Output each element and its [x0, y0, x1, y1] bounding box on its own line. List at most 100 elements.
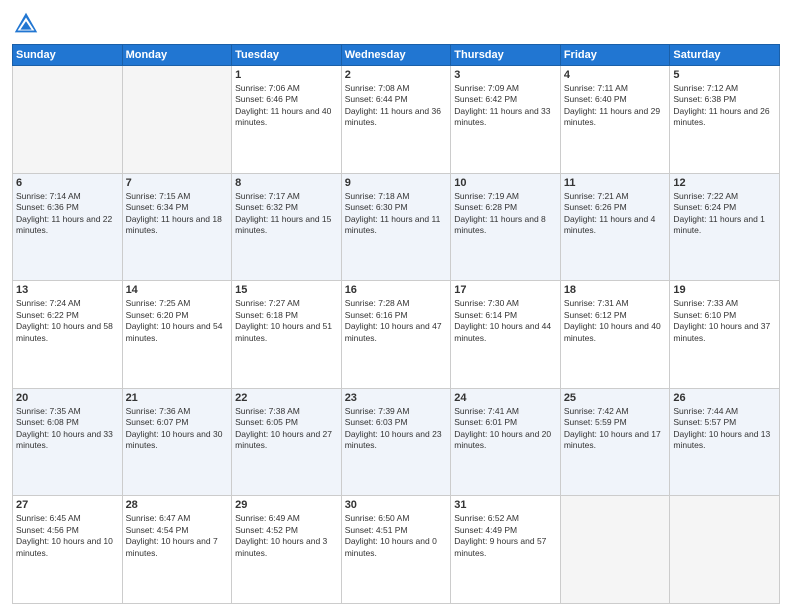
day-number: 3 — [454, 69, 557, 81]
weekday-header-wednesday: Wednesday — [341, 45, 451, 66]
day-number: 28 — [126, 499, 229, 511]
calendar-body: 1 Sunrise: 7:06 AMSunset: 6:46 PMDaylight… — [13, 66, 780, 604]
day-number: 9 — [345, 177, 448, 189]
day-info: Sunrise: 7:44 AMSunset: 5:57 PMDaylight:… — [673, 406, 776, 452]
calendar-cell: 31 Sunrise: 6:52 AMSunset: 4:49 PMDayligh… — [451, 496, 561, 604]
calendar-cell: 1 Sunrise: 7:06 AMSunset: 6:46 PMDaylight… — [232, 66, 342, 174]
calendar-cell: 26Sunrise: 7:44 AMSunset: 5:57 PMDayligh… — [670, 388, 780, 496]
calendar-cell: 27 Sunrise: 6:45 AMSunset: 4:56 PMDayligh… — [13, 496, 123, 604]
day-info: Sunrise: 7:09 AMSunset: 6:42 PMDaylight:… — [454, 83, 557, 129]
weekday-header-thursday: Thursday — [451, 45, 561, 66]
day-number: 24 — [454, 392, 557, 404]
day-number: 18 — [564, 284, 667, 296]
calendar-cell: 10Sunrise: 7:19 AMSunset: 6:28 PMDayligh… — [451, 173, 561, 281]
day-number: 20 — [16, 392, 119, 404]
calendar-week-2: 6Sunrise: 7:14 AMSunset: 6:36 PMDaylight… — [13, 173, 780, 281]
day-number: 27 — [16, 499, 119, 511]
day-info: Sunrise: 7:36 AMSunset: 6:07 PMDaylight:… — [126, 406, 229, 452]
calendar-cell — [122, 66, 232, 174]
weekday-header-monday: Monday — [122, 45, 232, 66]
calendar-cell: 25 Sunrise: 7:42 AMSunset: 5:59 PMDayligh… — [560, 388, 670, 496]
day-number: 31 — [454, 499, 557, 511]
page: SundayMondayTuesdayWednesdayThursdayFrid… — [0, 0, 792, 612]
day-info: Sunrise: 7:21 AMSunset: 6:26 PMDaylight:… — [564, 191, 667, 237]
day-info: Sunrise: 7:18 AMSunset: 6:30 PMDaylight:… — [345, 191, 448, 237]
day-info: Sunrise: 7:27 AMSunset: 6:18 PMDaylight:… — [235, 298, 338, 344]
calendar-cell — [670, 496, 780, 604]
day-number: 7 — [126, 177, 229, 189]
calendar-cell: 11 Sunrise: 7:21 AMSunset: 6:26 PMDayligh… — [560, 173, 670, 281]
calendar-week-3: 13Sunrise: 7:24 AMSunset: 6:22 PMDayligh… — [13, 281, 780, 389]
day-info: Sunrise: 7:12 AMSunset: 6:38 PMDaylight:… — [673, 83, 776, 129]
day-info: Sunrise: 7:22 AMSunset: 6:24 PMDaylight:… — [673, 191, 776, 237]
day-number: 30 — [345, 499, 448, 511]
day-info: Sunrise: 7:35 AMSunset: 6:08 PMDaylight:… — [16, 406, 119, 452]
day-number: 23 — [345, 392, 448, 404]
day-number: 17 — [454, 284, 557, 296]
day-info: Sunrise: 7:30 AMSunset: 6:14 PMDaylight:… — [454, 298, 557, 344]
calendar-cell: 24 Sunrise: 7:41 AMSunset: 6:01 PMDayligh… — [451, 388, 561, 496]
header — [12, 10, 780, 38]
day-info: Sunrise: 6:47 AMSunset: 4:54 PMDaylight:… — [126, 513, 229, 559]
day-number: 11 — [564, 177, 667, 189]
day-number: 19 — [673, 284, 776, 296]
day-info: Sunrise: 7:39 AMSunset: 6:03 PMDaylight:… — [345, 406, 448, 452]
day-number: 2 — [345, 69, 448, 81]
calendar: SundayMondayTuesdayWednesdayThursdayFrid… — [12, 44, 780, 604]
day-info: Sunrise: 7:14 AMSunset: 6:36 PMDaylight:… — [16, 191, 119, 237]
day-info: Sunrise: 7:28 AMSunset: 6:16 PMDaylight:… — [345, 298, 448, 344]
day-info: Sunrise: 7:38 AMSunset: 6:05 PMDaylight:… — [235, 406, 338, 452]
weekday-header-row: SundayMondayTuesdayWednesdayThursdayFrid… — [13, 45, 780, 66]
day-number: 5 — [673, 69, 776, 81]
day-number: 21 — [126, 392, 229, 404]
calendar-cell: 2 Sunrise: 7:08 AMSunset: 6:44 PMDaylight… — [341, 66, 451, 174]
calendar-cell: 14Sunrise: 7:25 AMSunset: 6:20 PMDayligh… — [122, 281, 232, 389]
calendar-cell: 17 Sunrise: 7:30 AMSunset: 6:14 PMDayligh… — [451, 281, 561, 389]
day-number: 4 — [564, 69, 667, 81]
day-number: 14 — [126, 284, 229, 296]
day-info: Sunrise: 7:17 AMSunset: 6:32 PMDaylight:… — [235, 191, 338, 237]
day-number: 1 — [235, 69, 338, 81]
calendar-cell: 3 Sunrise: 7:09 AMSunset: 6:42 PMDaylight… — [451, 66, 561, 174]
weekday-header-saturday: Saturday — [670, 45, 780, 66]
calendar-cell: 15Sunrise: 7:27 AMSunset: 6:18 PMDayligh… — [232, 281, 342, 389]
day-info: Sunrise: 6:50 AMSunset: 4:51 PMDaylight:… — [345, 513, 448, 559]
logo-icon — [12, 10, 40, 38]
calendar-cell: 13Sunrise: 7:24 AMSunset: 6:22 PMDayligh… — [13, 281, 123, 389]
day-info: Sunrise: 7:15 AMSunset: 6:34 PMDaylight:… — [126, 191, 229, 237]
day-number: 8 — [235, 177, 338, 189]
day-number: 25 — [564, 392, 667, 404]
weekday-header-tuesday: Tuesday — [232, 45, 342, 66]
calendar-cell: 5 Sunrise: 7:12 AMSunset: 6:38 PMDaylight… — [670, 66, 780, 174]
day-info: Sunrise: 7:11 AMSunset: 6:40 PMDaylight:… — [564, 83, 667, 129]
day-info: Sunrise: 6:45 AMSunset: 4:56 PMDaylight:… — [16, 513, 119, 559]
calendar-header: SundayMondayTuesdayWednesdayThursdayFrid… — [13, 45, 780, 66]
day-number: 16 — [345, 284, 448, 296]
calendar-cell: 6Sunrise: 7:14 AMSunset: 6:36 PMDaylight… — [13, 173, 123, 281]
day-info: Sunrise: 7:42 AMSunset: 5:59 PMDaylight:… — [564, 406, 667, 452]
day-number: 12 — [673, 177, 776, 189]
day-number: 29 — [235, 499, 338, 511]
calendar-cell: 4 Sunrise: 7:11 AMSunset: 6:40 PMDaylight… — [560, 66, 670, 174]
calendar-cell: 20 Sunrise: 7:35 AMSunset: 6:08 PMDayligh… — [13, 388, 123, 496]
day-number: 13 — [16, 284, 119, 296]
day-info: Sunrise: 7:31 AMSunset: 6:12 PMDaylight:… — [564, 298, 667, 344]
day-info: Sunrise: 7:06 AMSunset: 6:46 PMDaylight:… — [235, 83, 338, 129]
calendar-cell: 7 Sunrise: 7:15 AMSunset: 6:34 PMDaylight… — [122, 173, 232, 281]
weekday-header-friday: Friday — [560, 45, 670, 66]
day-number: 10 — [454, 177, 557, 189]
calendar-cell — [13, 66, 123, 174]
calendar-week-5: 27 Sunrise: 6:45 AMSunset: 4:56 PMDayligh… — [13, 496, 780, 604]
calendar-cell: 18 Sunrise: 7:31 AMSunset: 6:12 PMDayligh… — [560, 281, 670, 389]
calendar-cell — [560, 496, 670, 604]
day-info: Sunrise: 7:33 AMSunset: 6:10 PMDaylight:… — [673, 298, 776, 344]
calendar-cell: 9 Sunrise: 7:18 AMSunset: 6:30 PMDaylight… — [341, 173, 451, 281]
calendar-cell: 29 Sunrise: 6:49 AMSunset: 4:52 PMDayligh… — [232, 496, 342, 604]
day-info: Sunrise: 6:49 AMSunset: 4:52 PMDaylight:… — [235, 513, 338, 559]
day-info: Sunrise: 6:52 AMSunset: 4:49 PMDaylight:… — [454, 513, 557, 559]
calendar-cell: 30 Sunrise: 6:50 AMSunset: 4:51 PMDayligh… — [341, 496, 451, 604]
day-info: Sunrise: 7:41 AMSunset: 6:01 PMDaylight:… — [454, 406, 557, 452]
calendar-cell: 8 Sunrise: 7:17 AMSunset: 6:32 PMDaylight… — [232, 173, 342, 281]
day-info: Sunrise: 7:08 AMSunset: 6:44 PMDaylight:… — [345, 83, 448, 129]
day-number: 22 — [235, 392, 338, 404]
